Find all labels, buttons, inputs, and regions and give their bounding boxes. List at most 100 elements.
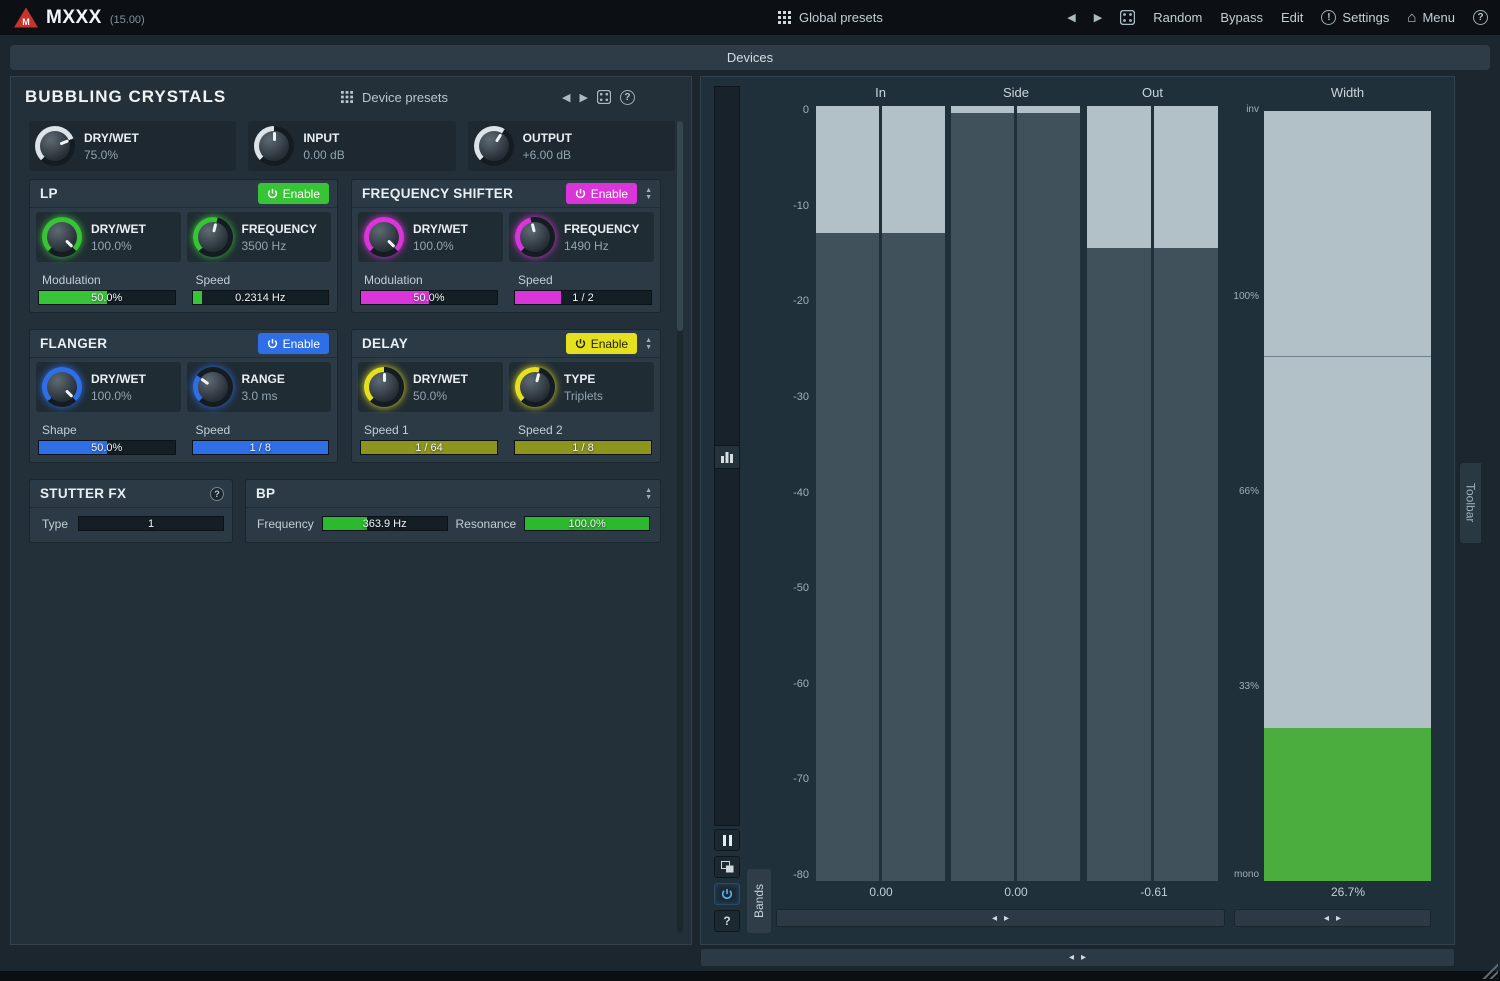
prev-preset-button[interactable]: ◀ xyxy=(1067,11,1075,24)
db-tick: -30 xyxy=(761,391,809,403)
type-knob[interactable] xyxy=(515,367,555,407)
frequency-knob[interactable] xyxy=(515,217,555,257)
knob-core xyxy=(47,222,77,252)
width-h-scrollbar[interactable]: ◂▸ xyxy=(1234,909,1431,927)
enable-label: Enable xyxy=(591,337,628,351)
bypass-button[interactable]: Bypass xyxy=(1220,10,1263,25)
width-marker-line xyxy=(1264,356,1431,357)
dry-wet-knob[interactable] xyxy=(35,126,75,166)
melda-logo-icon[interactable]: M xyxy=(14,8,38,28)
bottom-edge xyxy=(0,971,1500,981)
toolbar-tab-label: Toolbar xyxy=(1464,483,1478,522)
help-icon[interactable]: ? xyxy=(1473,10,1488,25)
reorder-spinner[interactable]: ▲▼ xyxy=(645,337,652,351)
width-tick: inv xyxy=(1201,104,1259,115)
grid-icon xyxy=(778,11,791,24)
slider-value: 0.2314 Hz xyxy=(193,291,329,304)
meter-column-header-width: Width xyxy=(1264,85,1431,100)
enable-button[interactable]: Enable xyxy=(566,333,637,354)
speed2-slider[interactable]: 1 / 8 xyxy=(514,440,652,455)
master-drywet-group: DRY/WET75.0% xyxy=(29,121,236,171)
settings-button[interactable]: ! Settings xyxy=(1321,10,1389,25)
dice-icon[interactable] xyxy=(597,90,611,104)
reorder-spinner[interactable]: ▲▼ xyxy=(645,487,652,501)
speed1-slider[interactable]: 1 / 64 xyxy=(360,440,498,455)
analyzer-power-button[interactable] xyxy=(714,883,740,905)
scroll-right-icon: ▸ xyxy=(1004,913,1009,924)
prev-device-preset-button[interactable]: ◀ xyxy=(562,91,570,104)
frequency-slider[interactable]: 363.9 Hz xyxy=(322,516,448,531)
resonance-slider[interactable]: 100.0% xyxy=(524,516,650,531)
module-bp: BP ▲▼ Frequency 363.9 Hz Resonance 100.0… xyxy=(245,479,661,543)
knob-pointer xyxy=(273,132,276,141)
next-preset-button[interactable]: ▶ xyxy=(1094,11,1102,24)
module-header: BP ▲▼ xyxy=(246,480,660,508)
dry-wet-knob[interactable] xyxy=(42,217,82,257)
dice-icon[interactable] xyxy=(1120,10,1135,25)
power-icon xyxy=(721,888,733,900)
dry-wet-knob[interactable] xyxy=(364,367,404,407)
db-tick: -10 xyxy=(761,200,809,212)
enable-label: Enable xyxy=(591,187,628,201)
knob-core xyxy=(40,131,70,161)
knob-pointer xyxy=(530,223,535,232)
global-presets-label: Global presets xyxy=(799,10,883,25)
type-label: Type xyxy=(42,517,68,531)
meter-mode-button[interactable] xyxy=(714,445,740,469)
knob-value: 50.0% xyxy=(413,389,468,403)
knob-pointer xyxy=(495,133,502,142)
slider-label: Speed xyxy=(518,273,652,287)
range-knob[interactable] xyxy=(193,367,233,407)
knob-pointer xyxy=(64,239,72,247)
device-presets-button[interactable]: Device presets xyxy=(362,90,448,105)
next-device-preset-button[interactable]: ▶ xyxy=(579,91,587,104)
tab-toolbar[interactable]: Toolbar xyxy=(1459,462,1481,544)
scrollbar-thumb[interactable] xyxy=(677,121,683,331)
layout-button[interactable] xyxy=(714,856,740,878)
analyzer-h-scrollbar[interactable]: ◂▸ xyxy=(776,909,1225,927)
knob-label: DRY/WET xyxy=(413,222,468,236)
output-knob[interactable] xyxy=(474,126,514,166)
meter-headroom xyxy=(816,106,879,233)
reorder-spinner[interactable]: ▲▼ xyxy=(645,187,652,201)
type-field[interactable]: 1 xyxy=(78,516,224,531)
delay-drywet-group: DRY/WET50.0% xyxy=(358,362,503,412)
enable-button[interactable]: Enable xyxy=(258,183,329,204)
main-h-scrollbar[interactable]: ◂▸ xyxy=(700,948,1455,967)
slider-value: 1 / 2 xyxy=(515,291,651,304)
enable-button[interactable]: Enable xyxy=(258,333,329,354)
frequency-knob[interactable] xyxy=(193,217,233,257)
knob-label: RANGE xyxy=(242,372,285,386)
knob-pointer xyxy=(383,373,386,382)
meter-headroom xyxy=(1017,106,1080,113)
menu-button[interactable]: ⌂ Menu xyxy=(1407,9,1455,26)
meter-column-header-side: Side xyxy=(951,85,1081,100)
help-icon[interactable]: ? xyxy=(210,487,224,501)
dry-wet-knob[interactable] xyxy=(364,217,404,257)
modulation-slider[interactable]: 50.0% xyxy=(38,290,176,305)
knob-label: INPUT xyxy=(303,131,344,145)
global-presets-button[interactable]: Global presets xyxy=(778,0,883,35)
random-button[interactable]: Random xyxy=(1153,10,1202,25)
knob-value: 0.00 dB xyxy=(303,148,344,162)
speed-slider[interactable]: 1 / 2 xyxy=(514,290,652,305)
shape-slider[interactable]: 50.0% xyxy=(38,440,176,455)
input-knob[interactable] xyxy=(254,126,294,166)
device-header: BUBBLING CRYSTALS Device presets ◀ ▶ ? xyxy=(11,77,691,117)
device-panel-scrollbar[interactable] xyxy=(677,121,683,933)
dry-wet-knob[interactable] xyxy=(42,367,82,407)
knob-core xyxy=(369,222,399,252)
power-icon xyxy=(575,338,586,349)
tab-devices[interactable]: Devices xyxy=(10,45,1490,70)
help-icon[interactable]: ? xyxy=(620,90,635,105)
edit-button[interactable]: Edit xyxy=(1281,10,1303,25)
speed-slider[interactable]: 0.2314 Hz xyxy=(192,290,330,305)
slider-value: 100.0% xyxy=(525,517,649,530)
speed-slider[interactable]: 1 / 8 xyxy=(192,440,330,455)
enable-button[interactable]: Enable xyxy=(566,183,637,204)
knob-label: DRY/WET xyxy=(91,372,146,386)
analyzer-help-button[interactable]: ? xyxy=(714,910,740,932)
modulation-slider[interactable]: 50.0% xyxy=(360,290,498,305)
meter-value-out: -0.61 xyxy=(1140,885,1167,899)
pause-button[interactable] xyxy=(714,829,740,851)
